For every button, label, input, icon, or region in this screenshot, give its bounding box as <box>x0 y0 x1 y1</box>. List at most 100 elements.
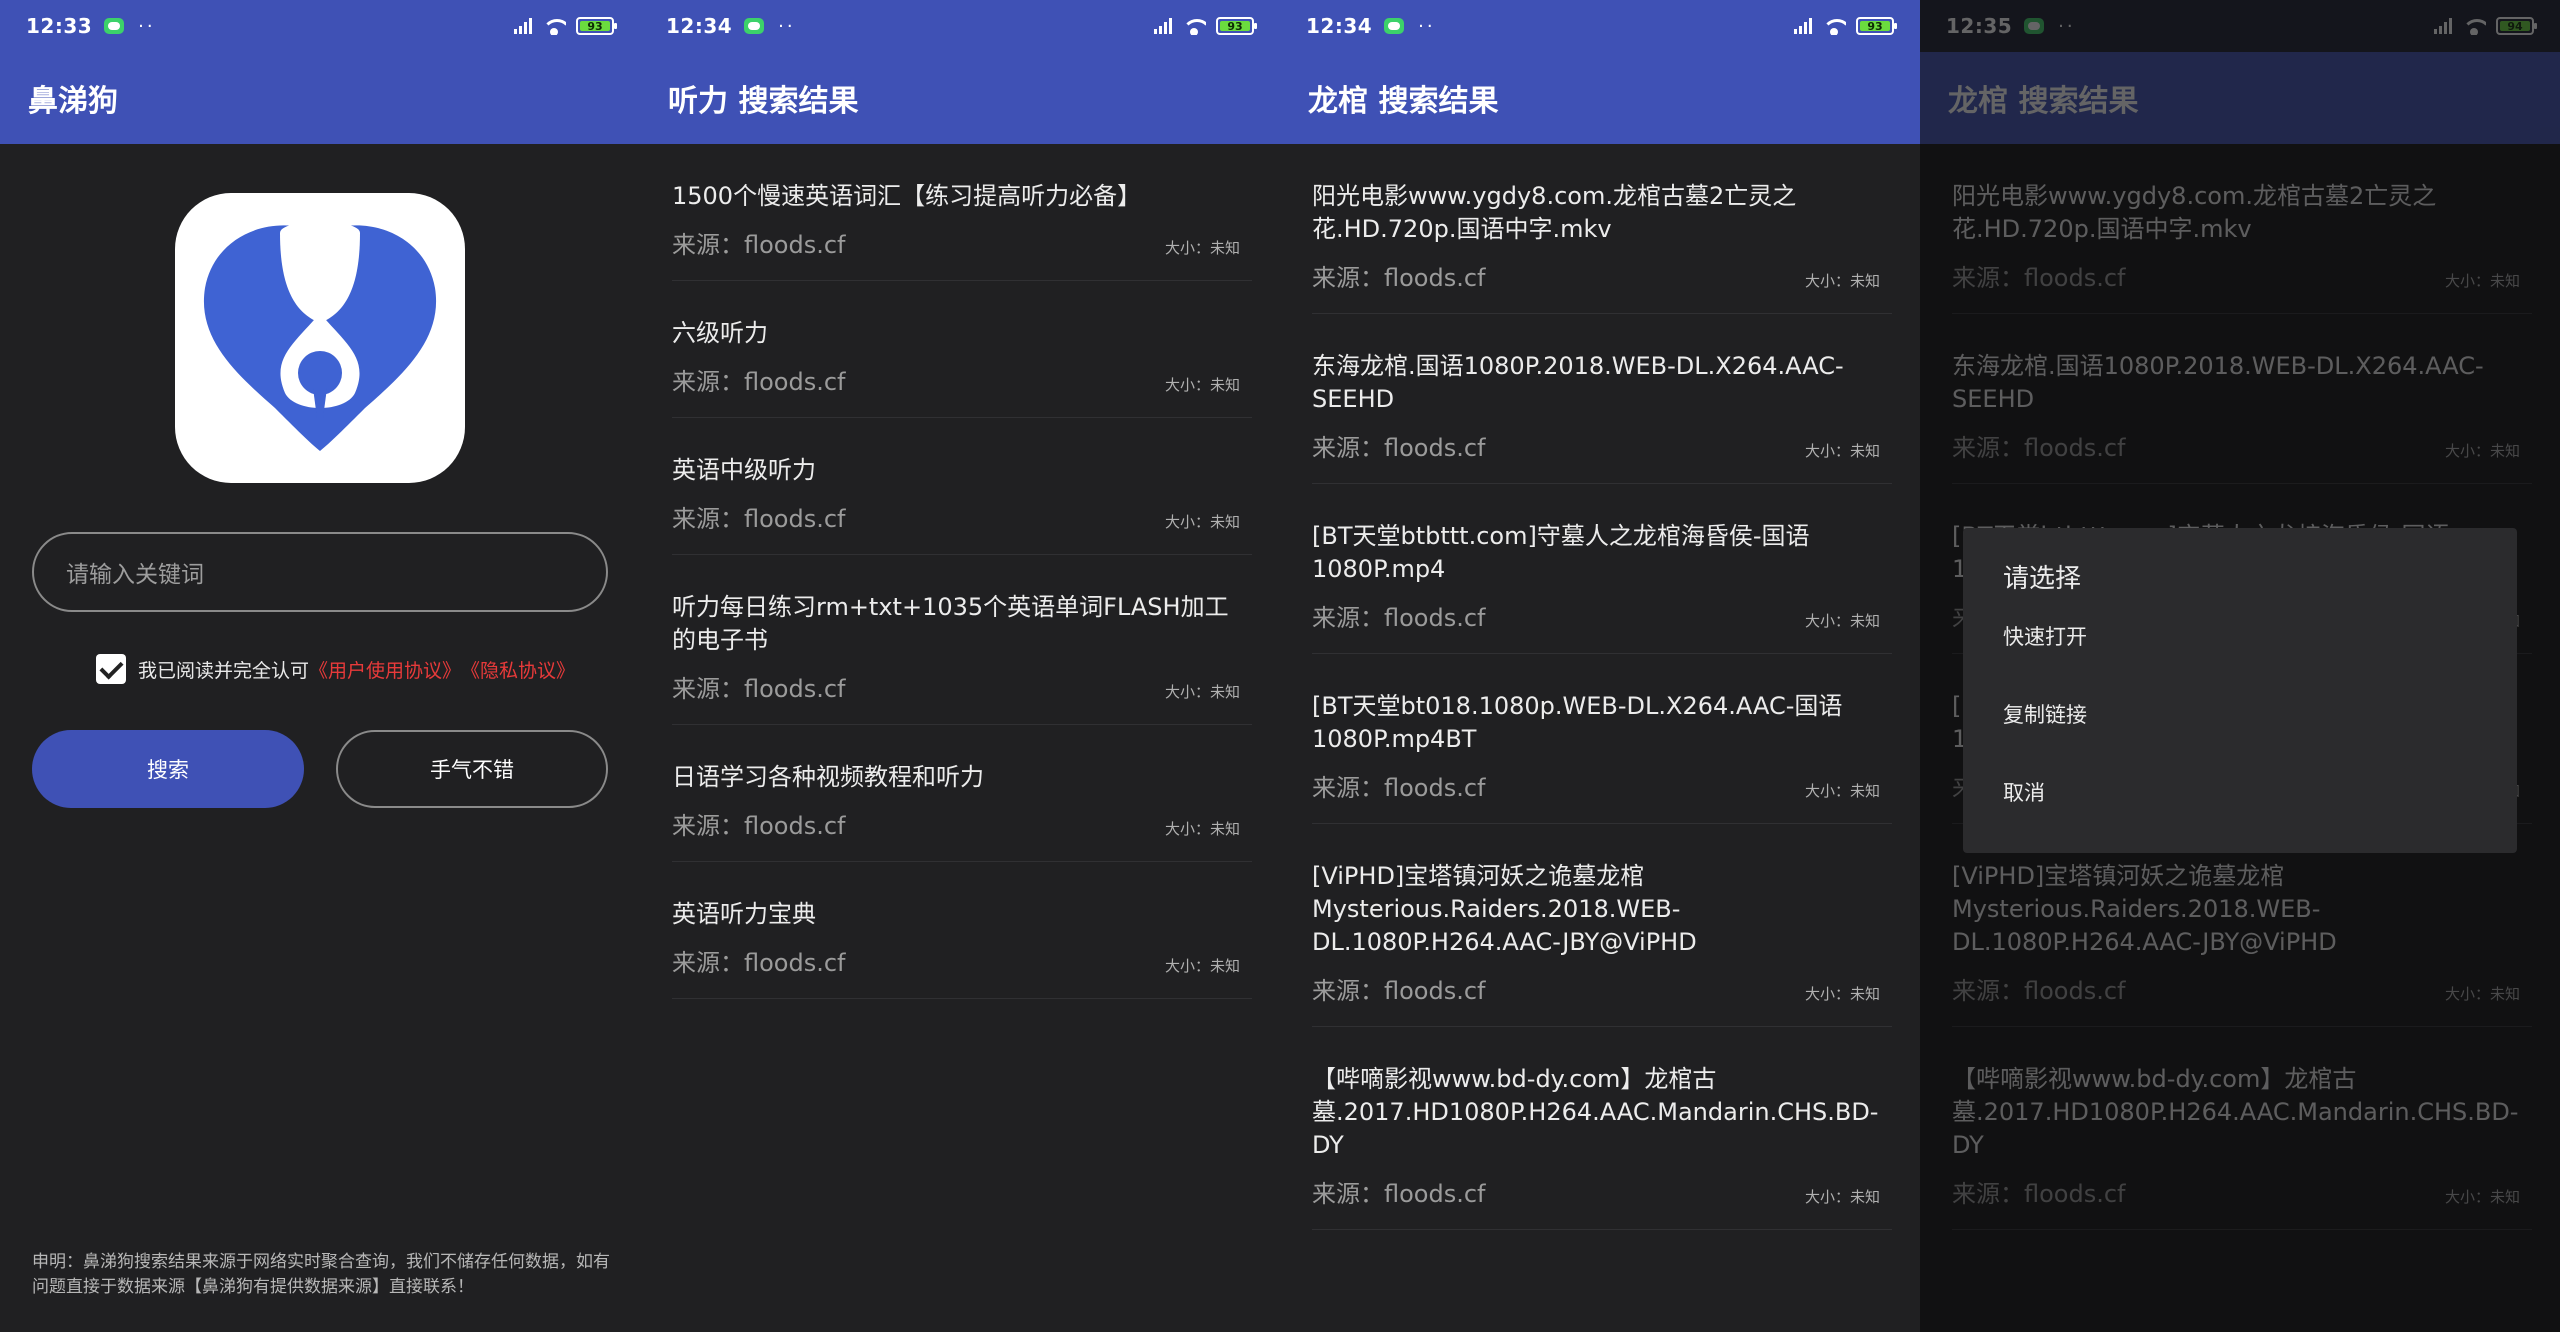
longguan-results-screen: 12:34 ·· 93 龙棺 搜索结果 阳光电影www.ygdy8.com.龙棺… <box>1280 0 1920 1332</box>
copy-link-option[interactable]: 复制链接 <box>2003 699 2517 777</box>
result-source: 来源：floods.cf <box>1312 1180 1486 1208</box>
result-item[interactable]: 1500个慢速英语词汇【练习提高听力必备】 来源：floods.cf 大小：未知 <box>672 144 1252 281</box>
wechat-notification-icon <box>104 18 125 34</box>
result-source: 来源：floods.cf <box>672 812 846 840</box>
result-source: 来源：floods.cf <box>1952 264 2126 292</box>
app-title: 鼻涕狗 <box>0 52 640 144</box>
keyword-search-input[interactable]: 请输入关键词 <box>32 532 608 612</box>
result-title: 东海龙棺.国语1080P.2018.WEB-DL.X264.AAC-SEEHD <box>1952 352 2484 413</box>
result-item: 【哔嘀影视www.bd-dy.com】龙棺古墓.2017.HD1080P.H26… <box>1952 1027 2532 1230</box>
result-title: 【哔嘀影视www.bd-dy.com】龙棺古墓.2017.HD1080P.H26… <box>1952 1065 2519 1159</box>
result-item[interactable]: [BT天堂bt018.1080p.WEB-DL.X264.AAC-国语1080P… <box>1312 654 1892 824</box>
agreement-row: 我已阅读并完全认可 《用户使用协议》 《隐私协议》 <box>96 654 575 684</box>
result-item[interactable]: [BT天堂btbttt.com]守墓人之龙棺海昏侯-国语1080P.mp4 来源… <box>1312 484 1892 654</box>
more-notifications-icon: ·· <box>2058 15 2076 37</box>
result-item[interactable]: 英语听力宝典 来源：floods.cf 大小：未知 <box>672 862 1252 999</box>
choice-dialog: 请选择 快速打开 复制链接 取消 <box>1963 528 2517 853</box>
results-title: 听力 搜索结果 <box>640 52 1280 144</box>
agreement-checkbox[interactable] <box>96 654 126 684</box>
cell-signal-icon <box>1794 18 1812 34</box>
status-bar: 12:34 ·· 93 <box>1280 0 1920 52</box>
result-item[interactable]: 英语中级听力 来源：floods.cf 大小：未知 <box>672 418 1252 555</box>
home-screen: 12:33 ·· 93 鼻涕狗 请输入关键词 我已阅读并完全认可 《用户使用协议… <box>0 0 640 1332</box>
result-title: 日语学习各种视频教程和听力 <box>672 763 984 791</box>
disclaimer-text: 申明：鼻涕狗搜索结果来源于网络实时聚合查询，我们不储存任何数据，如有问题直接于数… <box>32 1252 610 1297</box>
more-notifications-icon: ·· <box>1418 15 1436 37</box>
result-item[interactable]: 听力每日练习rm+txt+1035个英语单词FLASH加工的电子书 来源：flo… <box>672 555 1252 725</box>
result-source: 来源：floods.cf <box>1952 977 2126 1005</box>
battery-icon: 93 <box>1856 17 1897 35</box>
result-source: 来源：floods.cf <box>1312 604 1486 632</box>
user-agreement-link[interactable]: 《用户使用协议》 <box>309 656 461 683</box>
status-bar: 12:35 ·· 94 <box>1920 0 2560 52</box>
results-list: 1500个慢速英语词汇【练习提高听力必备】 来源：floods.cf 大小：未知 … <box>640 144 1280 999</box>
result-title: 1500个慢速英语词汇【练习提高听力必备】 <box>672 182 1142 210</box>
result-item[interactable]: 日语学习各种视频教程和听力 来源：floods.cf 大小：未知 <box>672 725 1252 862</box>
lucky-button[interactable]: 手气不错 <box>336 730 608 808</box>
result-source: 来源：floods.cf <box>1312 264 1486 292</box>
result-item[interactable]: 东海龙棺.国语1080P.2018.WEB-DL.X264.AAC-SEEHD … <box>1312 314 1892 484</box>
droplet-logo-icon <box>175 193 465 483</box>
status-bar: 12:33 ·· 93 <box>0 0 640 52</box>
results-list: 阳光电影www.ygdy8.com.龙棺古墓2亡灵之花.HD.720p.国语中字… <box>1280 144 1920 1230</box>
result-item[interactable]: 阳光电影www.ygdy8.com.龙棺古墓2亡灵之花.HD.720p.国语中字… <box>1312 144 1892 314</box>
result-item: 东海龙棺.国语1080P.2018.WEB-DL.X264.AAC-SEEHD … <box>1952 314 2532 484</box>
result-source: 来源：floods.cf <box>672 368 846 396</box>
result-title: 英语听力宝典 <box>672 900 816 928</box>
wifi-icon <box>1822 17 1846 35</box>
dialog-title: 请选择 <box>2003 564 2082 594</box>
wifi-icon <box>542 17 566 35</box>
result-title: 阳光电影www.ygdy8.com.龙棺古墓2亡灵之花.HD.720p.国语中字… <box>1952 182 2437 243</box>
result-title: 六级听力 <box>672 319 768 347</box>
wechat-notification-icon <box>1384 18 1405 34</box>
result-source: 来源：floods.cf <box>1312 434 1486 462</box>
cell-signal-icon <box>2434 18 2452 34</box>
result-title: 东海龙棺.国语1080P.2018.WEB-DL.X264.AAC-SEEHD <box>1312 352 1844 413</box>
listening-results-screen: 12:34 ·· 93 听力 搜索结果 1500个慢速英语词汇【练习提高听力必备… <box>640 0 1280 1332</box>
result-source: 来源：floods.cf <box>1312 774 1486 802</box>
more-notifications-icon: ·· <box>778 15 796 37</box>
status-time: 12:34 <box>1306 14 1373 38</box>
result-size: 大小：未知 <box>1164 683 1240 701</box>
result-source: 来源：floods.cf <box>672 949 846 977</box>
result-size: 大小：未知 <box>1164 376 1240 394</box>
battery-icon: 93 <box>576 17 617 35</box>
cancel-option[interactable]: 取消 <box>2003 777 2517 855</box>
result-item[interactable]: [ViPHD]宝塔镇河妖之诡墓龙棺 Mysterious.Raiders.201… <box>1312 824 1892 1027</box>
status-bar: 12:34 ·· 93 <box>640 0 1280 52</box>
result-size: 大小：未知 <box>2444 442 2520 460</box>
result-size: 大小：未知 <box>2444 272 2520 290</box>
result-title: 阳光电影www.ygdy8.com.龙棺古墓2亡灵之花.HD.720p.国语中字… <box>1312 182 1797 243</box>
result-size: 大小：未知 <box>1164 820 1240 838</box>
search-button[interactable]: 搜索 <box>32 730 304 808</box>
result-title: [ViPHD]宝塔镇河妖之诡墓龙棺 Mysterious.Raiders.201… <box>1312 862 1697 956</box>
status-time: 12:33 <box>26 14 93 38</box>
result-item: 阳光电影www.ygdy8.com.龙棺古墓2亡灵之花.HD.720p.国语中字… <box>1952 144 2532 314</box>
result-title: 英语中级听力 <box>672 456 816 484</box>
status-time: 12:35 <box>1946 14 2013 38</box>
status-time: 12:34 <box>666 14 733 38</box>
result-source: 来源：floods.cf <box>1952 434 2126 462</box>
result-title: [ViPHD]宝塔镇河妖之诡墓龙棺 Mysterious.Raiders.201… <box>1952 862 2337 956</box>
result-title: 听力每日练习rm+txt+1035个英语单词FLASH加工的电子书 <box>672 593 1229 654</box>
result-size: 大小：未知 <box>1804 1188 1880 1206</box>
result-size: 大小：未知 <box>1804 442 1880 460</box>
wechat-notification-icon <box>744 18 765 34</box>
result-source: 来源：floods.cf <box>672 231 846 259</box>
wechat-notification-icon <box>2024 18 2045 34</box>
more-notifications-icon: ·· <box>138 15 156 37</box>
result-item[interactable]: 六级听力 来源：floods.cf 大小：未知 <box>672 281 1252 418</box>
result-size: 大小：未知 <box>1164 957 1240 975</box>
result-size: 大小：未知 <box>1804 612 1880 630</box>
result-title: [BT天堂bt018.1080p.WEB-DL.X264.AAC-国语1080P… <box>1312 692 1843 753</box>
result-source: 来源：floods.cf <box>1312 977 1486 1005</box>
results-title: 龙棺 搜索结果 <box>1920 52 2560 144</box>
result-source: 来源：floods.cf <box>672 505 846 533</box>
result-title: [BT天堂btbttt.com]守墓人之龙棺海昏侯-国语1080P.mp4 <box>1312 522 1810 583</box>
privacy-policy-link[interactable]: 《隐私协议》 <box>461 656 575 683</box>
wifi-icon <box>2462 17 2486 35</box>
quick-open-option[interactable]: 快速打开 <box>2003 621 2517 699</box>
result-item[interactable]: 【哔嘀影视www.bd-dy.com】龙棺古墓.2017.HD1080P.H26… <box>1312 1027 1892 1230</box>
result-size: 大小：未知 <box>1164 513 1240 531</box>
result-size: 大小：未知 <box>1804 782 1880 800</box>
